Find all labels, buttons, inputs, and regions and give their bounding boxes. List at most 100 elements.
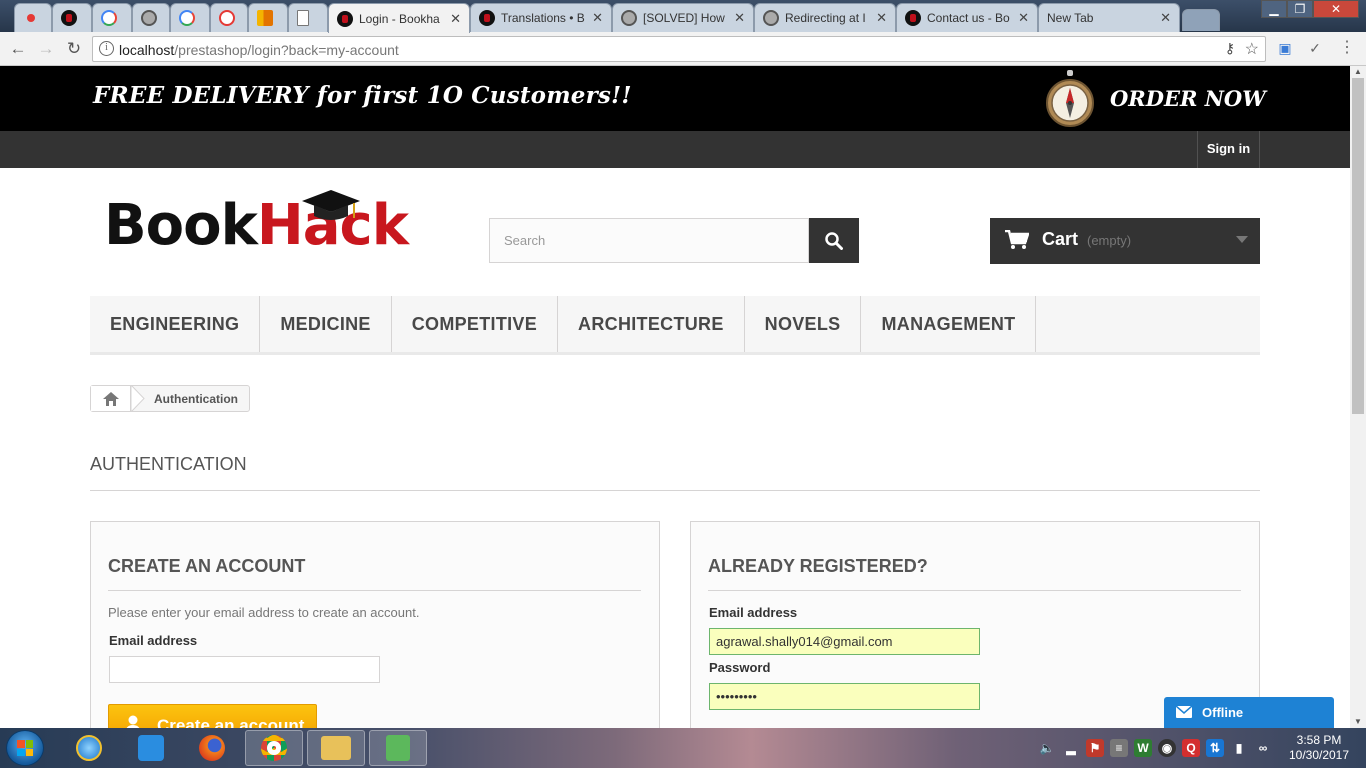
close-tab-icon[interactable]: ✕ — [1160, 10, 1171, 26]
search-input[interactable]: Search — [489, 218, 809, 263]
menu-item-management[interactable]: MANAGEMENT — [861, 296, 1037, 352]
extension-check-icon[interactable]: ✓ — [1306, 39, 1324, 57]
live-chat-widget[interactable]: Offline — [1164, 697, 1334, 728]
cart-label: Cart — [1042, 229, 1079, 249]
search-button[interactable] — [809, 218, 859, 263]
create-email-field[interactable] — [109, 656, 380, 683]
analytics-icon — [257, 10, 273, 26]
minimize-window-icon[interactable]: ▁ — [1261, 0, 1287, 18]
shopping-cart-icon — [1005, 230, 1029, 249]
close-tab-icon[interactable]: ✕ — [592, 10, 603, 26]
saved-password-key-icon[interactable]: ⚷ — [1225, 40, 1235, 57]
bookmark-star-icon[interactable]: ☆ — [1245, 39, 1259, 59]
browser-tab[interactable]: Redirecting at I ✕ — [754, 3, 896, 32]
bookhack-logo[interactable]: BookHack — [104, 190, 444, 258]
reload-icon[interactable]: ↻ — [64, 39, 84, 59]
scrollbar-thumb[interactable] — [1352, 78, 1364, 414]
battery-icon[interactable]: ▮ — [1230, 739, 1248, 757]
browser-tab[interactable] — [132, 3, 170, 32]
close-window-icon[interactable]: ✕ — [1313, 0, 1359, 18]
tab-title: Contact us - Bo — [927, 11, 1010, 25]
cart-dropdown[interactable]: Cart (empty) — [990, 218, 1260, 264]
cart-status: (empty) — [1087, 233, 1132, 248]
menu-item-architecture[interactable]: ARCHITECTURE — [558, 296, 745, 352]
menu-item-competitive[interactable]: COMPETITIVE — [392, 296, 559, 352]
maximize-window-icon[interactable]: ❐ — [1287, 0, 1313, 18]
action-center-icon[interactable]: ⚑ — [1086, 739, 1104, 757]
browser-tab-active[interactable]: Login - Bookha ✕ — [328, 3, 470, 33]
scroll-up-icon[interactable]: ▲ — [1350, 66, 1366, 78]
bookhack-favicon-icon — [905, 10, 921, 26]
create-account-form: CREATE AN ACCOUNT Please enter your emai… — [90, 521, 660, 728]
spiral-icon — [621, 10, 637, 26]
network-signal-icon[interactable]: ▂ — [1062, 739, 1080, 757]
clock-time: 3:58 PM — [1296, 733, 1342, 747]
browser-tab[interactable] — [14, 3, 52, 32]
tray-w-icon[interactable]: W — [1134, 739, 1152, 757]
menu-item-medicine[interactable]: MEDICINE — [260, 296, 392, 352]
taskbar-notepad[interactable] — [369, 730, 427, 766]
ie-icon — [219, 10, 235, 26]
menu-item-engineering[interactable]: ENGINEERING — [90, 296, 261, 352]
taskbar-firefox[interactable] — [183, 730, 241, 766]
tray-link-icon[interactable]: ∞ — [1254, 739, 1272, 757]
firefox-icon — [199, 735, 225, 761]
create-account-button[interactable]: Create an account — [108, 704, 317, 728]
new-tab-button[interactable] — [1182, 9, 1220, 31]
browser-tab[interactable] — [170, 3, 210, 32]
close-tab-icon[interactable]: ✕ — [876, 10, 887, 26]
taskbar-internet-explorer[interactable] — [60, 730, 118, 766]
chrome-menu-icon[interactable]: ⋮ — [1338, 39, 1356, 57]
start-button[interactable] — [6, 730, 44, 766]
close-tab-icon[interactable]: ✕ — [450, 11, 461, 27]
browser-tab[interactable]: Translations • B ✕ — [470, 3, 612, 32]
browser-tab[interactable] — [52, 3, 92, 32]
forward-arrow-icon[interactable]: → — [36, 39, 56, 59]
chrome-icon — [261, 735, 287, 761]
browser-tab[interactable]: New Tab ✕ — [1038, 3, 1180, 32]
sign-in-link[interactable]: Sign in — [1197, 131, 1260, 168]
page-viewport: FREE DELIVERY for first 1O Customers!! O… — [0, 66, 1350, 728]
vertical-scrollbar[interactable]: ▲ ▼ — [1350, 66, 1366, 728]
browser-tab[interactable] — [92, 3, 132, 32]
password-field[interactable]: ••••••••• — [709, 683, 980, 710]
taskbar-file-explorer[interactable] — [307, 730, 365, 766]
browser-tab[interactable]: Contact us - Bo ✕ — [896, 3, 1038, 32]
page-title: AUTHENTICATION — [90, 454, 1260, 491]
url-text: localhost/prestashop/login?back=my-accou… — [119, 42, 399, 58]
notepad-icon — [386, 735, 410, 761]
bookhack-favicon-icon — [337, 10, 353, 27]
back-arrow-icon[interactable]: ← — [8, 39, 28, 59]
tray-app-icon[interactable]: ≡ — [1110, 739, 1128, 757]
scroll-down-icon[interactable]: ▼ — [1350, 716, 1366, 728]
volume-icon[interactable]: 🔈 — [1038, 739, 1056, 757]
promo-banner[interactable]: FREE DELIVERY for first 1O Customers!! O… — [0, 66, 1350, 131]
close-tab-icon[interactable]: ✕ — [734, 10, 745, 26]
taskbar-clock[interactable]: 3:58 PM 10/30/2017 — [1284, 733, 1354, 763]
browser-tab[interactable]: [SOLVED] How ✕ — [612, 3, 754, 32]
taskbar-app[interactable] — [122, 730, 180, 766]
taskbar-chrome[interactable] — [245, 730, 303, 766]
folder-icon — [321, 736, 351, 760]
create-account-title: CREATE AN ACCOUNT — [108, 556, 641, 591]
menu-item-novels[interactable]: NOVELS — [745, 296, 862, 352]
tab-title: Login - Bookha — [359, 11, 440, 26]
internet-explorer-icon — [76, 735, 102, 761]
star-app-icon — [138, 735, 164, 761]
extension-icon[interactable]: ▣ — [1276, 39, 1294, 57]
address-bar[interactable]: i localhost/prestashop/login?back=my-acc… — [92, 36, 1266, 62]
breadcrumb-home[interactable] — [91, 386, 131, 411]
tray-eye-icon[interactable]: ◉ — [1158, 739, 1176, 757]
google-icon — [101, 10, 117, 26]
tray-q-icon[interactable]: Q — [1182, 739, 1200, 757]
clock-date: 10/30/2017 — [1288, 748, 1350, 762]
browser-tab[interactable] — [248, 3, 288, 32]
site-info-icon[interactable]: i — [99, 41, 114, 56]
tray-update-icon[interactable]: ⇅ — [1206, 739, 1224, 757]
browser-tab[interactable] — [210, 3, 248, 32]
windows-taskbar: 🔈 ▂ ⚑ ≡ W ◉ Q ⇅ ▮ ∞ 3:58 PM 10/30/2017 — [0, 728, 1366, 768]
browser-tab[interactable] — [288, 3, 328, 32]
close-tab-icon[interactable]: ✕ — [1018, 10, 1029, 26]
login-email-field[interactable]: agrawal.shally014@gmail.com — [709, 628, 980, 655]
order-now-link: ORDER NOW — [1110, 86, 1266, 111]
